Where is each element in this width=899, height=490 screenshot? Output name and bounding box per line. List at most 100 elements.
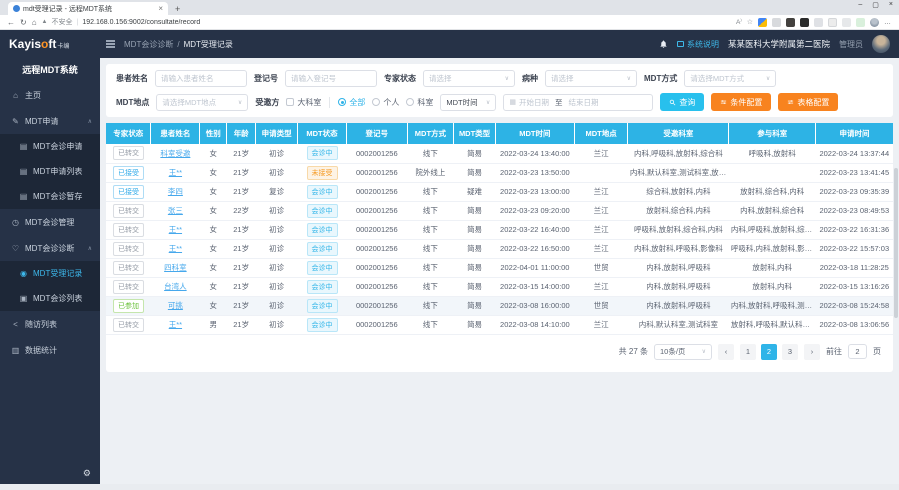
expert-status-select[interactable]: 请选择∨ xyxy=(423,70,515,87)
goto-unit: 页 xyxy=(873,346,881,357)
date-range-picker[interactable]: ▦ 开始日期 至 结束日期 xyxy=(503,94,653,111)
disease-select[interactable]: 请选择∨ xyxy=(545,70,637,87)
sliders-icon xyxy=(787,99,794,106)
chevron-down-icon: ∨ xyxy=(505,75,509,82)
big-dept-checkbox[interactable]: 大科室 xyxy=(286,97,321,108)
search-button[interactable]: 查询 xyxy=(660,93,704,111)
browser-essentials-icon[interactable] xyxy=(856,18,865,27)
refresh-icon[interactable]: ↻ xyxy=(20,18,27,27)
table-row[interactable]: 已参加可挑女21岁初诊会诊中0002001256线下简易2022-03-08 1… xyxy=(106,296,893,315)
table-row[interactable]: 已转交张三女22岁初诊会诊中0002001256线下简易2022-03-23 0… xyxy=(106,201,893,220)
collections-icon[interactable] xyxy=(842,18,851,27)
browser-tab[interactable]: mdt受理记录 - 远程MDT系统 × xyxy=(8,2,168,15)
window-maximize-button[interactable]: ▢ xyxy=(872,1,879,9)
chevron-down-icon: ∨ xyxy=(766,75,770,82)
site-favicon-icon xyxy=(13,5,20,12)
reg-no-input[interactable] xyxy=(285,70,377,87)
chevron-down-icon: ∨ xyxy=(702,348,706,355)
table-row[interactable]: 已接受李四女21岁复诊会诊中0002001256线下疑难2022-03-23 1… xyxy=(106,182,893,201)
user-avatar[interactable] xyxy=(872,35,890,53)
pagination: 共 27 条 10条/页∨ ‹ 123 › 前往 页 xyxy=(106,335,893,370)
url-box[interactable]: ▲ 不安全 | 192.168.0.156:9002/consultate/re… xyxy=(42,17,731,27)
page-button-1[interactable]: 1 xyxy=(740,344,756,360)
scrollbar-thumb[interactable] xyxy=(894,168,898,318)
page-button-2[interactable]: 2 xyxy=(761,344,777,360)
mdt-place-select[interactable]: 请选择MDT地点∨ xyxy=(156,94,248,111)
extension-icon[interactable] xyxy=(772,18,781,27)
window-minimize-button[interactable]: – xyxy=(858,1,862,9)
home-icon: ⌂ xyxy=(11,91,20,100)
browser-menu-icon[interactable]: … xyxy=(884,19,892,26)
sidebar-item-mdt-accept-record[interactable]: ◉ MDT受理记录 xyxy=(0,261,100,286)
sidebar-item-mdt-consult-apply[interactable]: ▤ MDT会诊申请 xyxy=(0,134,100,159)
extension-icon[interactable] xyxy=(758,18,767,27)
back-icon[interactable]: ← xyxy=(7,18,15,27)
sidebar-item-mdt-consult-list[interactable]: ▣ MDT会诊列表 xyxy=(0,286,100,311)
patient-name-link[interactable]: 台湾人 xyxy=(164,282,187,291)
patient-name-link[interactable]: 科室受邀 xyxy=(160,149,190,158)
sidebar-group-mdt-apply[interactable]: ✎ MDT申请 ∧ xyxy=(0,108,100,134)
patient-name-link[interactable]: 王** xyxy=(169,168,182,177)
invitee-radio-all[interactable]: 全部 xyxy=(338,97,365,108)
page-size-select[interactable]: 10条/页∨ xyxy=(654,344,712,360)
browser-profile-avatar[interactable] xyxy=(870,18,879,27)
sidebar-group-mdt-diagnosis[interactable]: ♡ MDT会诊诊断 ∧ xyxy=(0,235,100,261)
patient-name-link[interactable]: 王** xyxy=(169,225,182,234)
mdt-mode-select[interactable]: 请选择MDT方式∨ xyxy=(684,70,776,87)
table-row[interactable]: 已接受王**女21岁初诊未接受0002001256院外线上简易2022-03-2… xyxy=(106,163,893,182)
patient-name-input[interactable] xyxy=(155,70,247,87)
table-row[interactable]: 已转交王**男21岁初诊会诊中0002001256线下简易2022-03-08 … xyxy=(106,315,893,334)
invitee-radio-dept[interactable]: 科室 xyxy=(406,97,433,108)
list-icon: ▤ xyxy=(19,167,28,176)
time-field-select[interactable]: MDT时间∨ xyxy=(440,94,496,111)
sidebar-item-mdt-manage[interactable]: ◷ MDT会诊管理 xyxy=(0,209,100,235)
patient-name-link[interactable]: 张三 xyxy=(168,206,183,215)
list-icon: ▤ xyxy=(19,142,28,151)
patient-name-link[interactable]: 可挑 xyxy=(168,301,183,310)
home-icon[interactable]: ⌂ xyxy=(32,18,37,27)
bell-icon[interactable] xyxy=(659,39,668,49)
extension-icon[interactable] xyxy=(800,18,809,27)
table-config-button[interactable]: 表格配置 xyxy=(778,93,838,111)
chevron-up-icon: ∧ xyxy=(88,245,92,252)
extension-icon[interactable] xyxy=(786,18,795,27)
split-screen-icon[interactable] xyxy=(828,18,837,27)
window-close-button[interactable]: × xyxy=(889,1,893,9)
extension-icon[interactable] xyxy=(814,18,823,27)
new-tab-button[interactable]: + xyxy=(175,4,180,14)
expert-status-badge: 已转交 xyxy=(113,242,144,256)
sidebar-item-data-stats[interactable]: ▥ 数据统计 xyxy=(0,337,100,363)
sidebar-title: 远程MDT系统 xyxy=(0,58,100,82)
table-row[interactable]: 已转交王**女21岁初诊会诊中0002001256线下简易2022-03-22 … xyxy=(106,239,893,258)
prev-page-button[interactable]: ‹ xyxy=(718,344,734,360)
read-aloud-icon[interactable]: A) xyxy=(736,17,742,26)
table-row[interactable]: 已转交四科室女21岁初诊会诊中0002001256线下简易2022-04-01 … xyxy=(106,258,893,277)
calendar-icon: ▦ xyxy=(509,98,516,106)
sidebar-item-mdt-consult-draft[interactable]: ▤ MDT会诊暂存 xyxy=(0,184,100,209)
next-page-button[interactable]: › xyxy=(804,344,820,360)
patient-name-link[interactable]: 四科室 xyxy=(164,263,187,272)
sidebar-item-home[interactable]: ⌂ 主页 xyxy=(0,82,100,108)
table-row[interactable]: 已转交科室受邀女21岁初诊会诊中0002001256线下简易2022-03-24… xyxy=(106,144,893,163)
sidebar-item-mdt-apply-list[interactable]: ▤ MDT申请列表 xyxy=(0,159,100,184)
goto-page-input[interactable] xyxy=(848,344,867,359)
expert-status-badge: 已转交 xyxy=(113,223,144,237)
table-row[interactable]: 已转交台湾人女21岁初诊会诊中0002001256线下简易2022-03-15 … xyxy=(106,277,893,296)
patient-name-link[interactable]: 李四 xyxy=(168,187,183,196)
mdt-status-tag: 会诊中 xyxy=(307,318,338,332)
tab-close-icon[interactable]: × xyxy=(158,4,163,13)
table-row[interactable]: 已转交王**女21岁初诊会诊中0002001256线下简易2022-03-22 … xyxy=(106,220,893,239)
patient-name-link[interactable]: 王** xyxy=(169,244,182,253)
breadcrumb-parent[interactable]: MDT会诊诊断 xyxy=(124,39,173,50)
page-button-3[interactable]: 3 xyxy=(782,344,798,360)
sidebar-collapse-icon[interactable] xyxy=(106,40,115,48)
system-help-link[interactable]: 系统说明 xyxy=(677,39,719,50)
condition-config-button[interactable]: 条件配置 xyxy=(711,93,771,111)
gear-icon[interactable]: ⚙ xyxy=(83,468,91,479)
sidebar-item-follow-list[interactable]: < 随访列表 xyxy=(0,311,100,337)
patient-name-link[interactable]: 王** xyxy=(169,320,182,329)
radio-icon xyxy=(372,98,380,106)
invitee-radio-person[interactable]: 个人 xyxy=(372,97,399,108)
favorite-star-icon[interactable]: ☆ xyxy=(747,18,753,26)
heart-icon: ♡ xyxy=(11,244,20,253)
